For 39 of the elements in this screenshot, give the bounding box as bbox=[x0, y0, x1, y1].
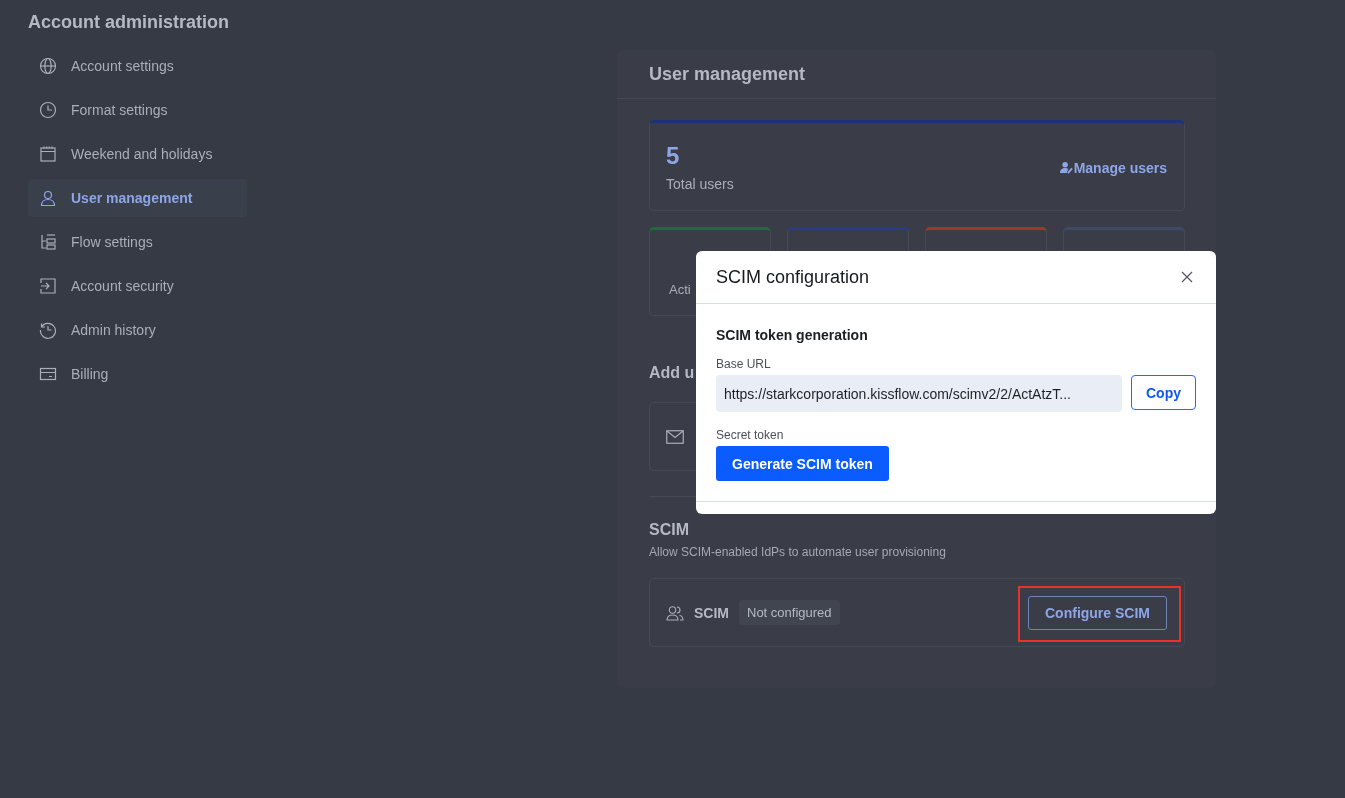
page-title: Account administration bbox=[28, 12, 230, 33]
globe-icon bbox=[39, 57, 57, 75]
url-field[interactable]: https://starkcorporation.kissflow.com/scimv2/2/ActAtzT... bbox=[716, 375, 1122, 412]
user-icon bbox=[39, 189, 57, 207]
configure-scim-button[interactable]: Configure SCIM bbox=[1028, 595, 1167, 630]
field-label: Secret token bbox=[716, 428, 785, 442]
sidebar-item[interactable]: Format settings bbox=[28, 91, 247, 129]
dialog-title: SCIM configuration bbox=[716, 266, 870, 288]
generate-token-button[interactable]: Generate SCIM token bbox=[716, 446, 889, 481]
stat-label: Total users bbox=[666, 175, 734, 192]
panel-title: User management bbox=[617, 50, 1216, 99]
user-edit-icon bbox=[1059, 161, 1073, 174]
user-count: 5 bbox=[666, 141, 681, 170]
sidebar-item[interactable]: Account security bbox=[28, 267, 247, 305]
manage-users-link[interactable]: Manage users bbox=[1059, 159, 1167, 176]
section-heading: SCIM bbox=[649, 521, 690, 539]
sidebar-item[interactable]: Weekend and holidays bbox=[28, 135, 247, 173]
copy-button[interactable]: Copy bbox=[1131, 375, 1196, 410]
calendar-icon bbox=[39, 145, 57, 163]
scim-label: SCIM bbox=[694, 604, 729, 621]
section-heading: Add u bbox=[649, 364, 696, 382]
close-icon[interactable] bbox=[1179, 269, 1195, 285]
status-badge: Not configured bbox=[739, 600, 840, 625]
section-heading: SCIM token generation bbox=[716, 327, 869, 343]
section-description: Allow SCIM-enabled IdPs to automate user provisioning bbox=[649, 545, 947, 559]
stat-label: Acti bbox=[669, 282, 692, 297]
sidebar-item[interactable]: Admin history bbox=[28, 311, 247, 349]
history-icon bbox=[39, 321, 57, 339]
sidebar-item[interactable]: Account settings bbox=[28, 47, 247, 85]
clock-icon bbox=[39, 101, 57, 119]
sidebar-item[interactable]: Billing bbox=[28, 355, 247, 393]
sidebar-item[interactable]: Flow settings bbox=[28, 223, 247, 261]
flowchart-icon bbox=[39, 233, 57, 251]
credit-card-icon bbox=[39, 365, 57, 383]
field-label: Base URL bbox=[716, 357, 772, 371]
sidebar-item[interactable]: User management bbox=[28, 179, 247, 217]
users-icon bbox=[666, 604, 684, 621]
mail-icon bbox=[666, 429, 684, 444]
sign-in-icon bbox=[39, 277, 57, 295]
